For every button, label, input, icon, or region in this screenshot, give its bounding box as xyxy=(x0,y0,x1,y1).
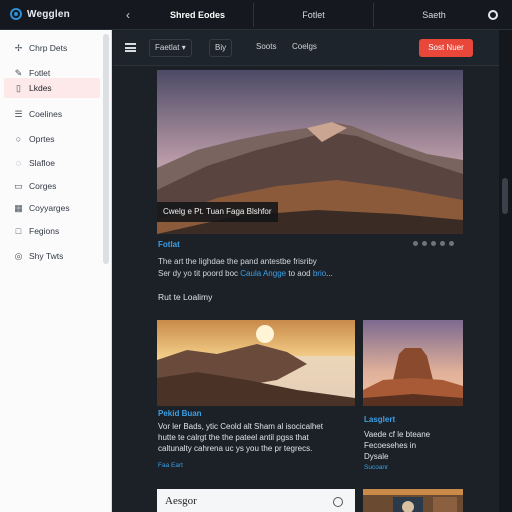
card-text-line: hutte te calrgt the the pateel antil pgs… xyxy=(158,433,309,442)
hero-tag[interactable]: Fotlat xyxy=(158,240,180,249)
card-text-line: Dysale xyxy=(364,452,389,461)
bottom-card[interactable]: Aesgor xyxy=(157,489,355,512)
carousel-dots[interactable] xyxy=(413,241,454,246)
sidebar-item-corges[interactable]: ▭ Corges xyxy=(4,176,100,196)
sort-button[interactable]: Soots xyxy=(251,39,281,57)
new-post-button[interactable]: Sost Nuer xyxy=(419,39,473,57)
hero-image[interactable]: Cwelg e Pt. Tuan Faga Blshfor xyxy=(157,70,463,234)
hero-desc-text: ... xyxy=(326,269,333,278)
main-scrollbar[interactable] xyxy=(499,30,512,512)
hero-desc-link[interactable]: Caula Angge xyxy=(240,269,286,278)
card-text-line: caltunalty cahrena uc ys you the pr tegr… xyxy=(158,444,313,453)
card-meta[interactable]: Sucoanr xyxy=(364,464,388,471)
bookmark-icon: ▯ xyxy=(16,82,21,93)
filter-dropdown[interactable]: Faetlat ▾ xyxy=(149,39,192,57)
sidebar-item-chrp-dets[interactable]: ✢ Chrp Dets xyxy=(4,38,100,58)
sidebar-item-label: Oprtes xyxy=(29,134,55,144)
carousel-dot[interactable] xyxy=(431,241,436,246)
top-bar: Wegglen ‹ Shred Eodes Fotlet Saeth xyxy=(0,0,512,30)
sidebar-item-slafloe[interactable]: ◌ Slafloe xyxy=(4,153,100,173)
sidebar-item-label: Chrp Dets xyxy=(29,43,68,53)
carousel-dot[interactable] xyxy=(449,241,454,246)
brand[interactable]: Wegglen xyxy=(10,8,70,20)
globe-icon: ◎ xyxy=(14,250,23,261)
hamburger-menu-icon[interactable] xyxy=(125,43,136,52)
view-button[interactable]: Biy xyxy=(209,39,233,57)
hero-desc-text: to aod xyxy=(288,269,311,278)
hero-desc-link[interactable]: brio xyxy=(313,269,326,278)
filter-label: Faetlat xyxy=(155,43,180,52)
sidebar-item-shy-twts[interactable]: ◎ Shy Twts xyxy=(4,246,100,266)
brand-logo-icon xyxy=(10,8,22,20)
sidebar-item-label: Coelines xyxy=(29,109,63,119)
card-text-line: Vor ler Bads, ytic Ceold alt Sham al iso… xyxy=(158,422,323,431)
feed-toolbar: Faetlat ▾ Biy Soots Coelgs Sost Nuer xyxy=(113,30,499,66)
sunset-mountain-image xyxy=(157,320,355,406)
sidebar-item-label: Lkdes xyxy=(29,83,52,93)
chevron-down-icon: ▾ xyxy=(181,43,186,52)
scrollbar-thumb[interactable] xyxy=(502,178,508,214)
carousel-dot[interactable] xyxy=(413,241,418,246)
tab-shred-eodes[interactable]: Shred Eodes xyxy=(142,3,254,27)
sidebar-item-label: Shy Twts xyxy=(29,251,64,261)
hero-description: The art the lighdae the pand antestbe fr… xyxy=(158,256,458,280)
hero-desc-text: Ser dy yo tit poord boc xyxy=(158,269,239,278)
list-icon: ☰ xyxy=(14,108,23,119)
settings-button[interactable]: Coelgs xyxy=(287,39,322,57)
hero-desc-line: Ser dy yo tit poord boc Caula Angge to a… xyxy=(158,268,458,280)
sidebar-item-coyyarges[interactable]: ▦ Coyyarges xyxy=(4,198,100,218)
patterned-image xyxy=(363,489,463,512)
top-tabs: Shred Eodes Fotlet Saeth xyxy=(142,3,494,27)
sidebar-item-oprtes[interactable]: ○ Oprtes xyxy=(4,129,100,149)
pen-icon: ✎ xyxy=(14,67,23,78)
sidebar-item-label: Corges xyxy=(29,181,57,191)
card-image-sunset[interactable] xyxy=(157,320,355,406)
sparkle-icon: ✢ xyxy=(14,42,23,53)
tab-saeth[interactable]: Saeth xyxy=(374,3,494,27)
back-button[interactable]: ‹ xyxy=(120,8,136,22)
bottom-card-title: Aesgor xyxy=(165,495,197,507)
sidebar-item-label: Coyyarges xyxy=(29,203,70,213)
page-icon: □ xyxy=(15,226,22,236)
hero-desc-line: The art the lighdae the pand antestbe fr… xyxy=(158,257,317,266)
carousel-dot[interactable] xyxy=(440,241,445,246)
card-title[interactable]: Pekid Buan xyxy=(158,409,202,418)
sidebar: ✢ Chrp Dets ✎ Fotlet ▯ Lkdes ☰ Coelines … xyxy=(0,30,112,512)
sidebar-item-label: Fotlet xyxy=(29,68,51,78)
sidebar-item-label: Fegions xyxy=(29,226,60,236)
bookmark-circle-icon[interactable] xyxy=(333,497,343,507)
card-text-line: Fecoesehes in xyxy=(364,441,417,450)
sidebar-item-fegions[interactable]: □ Fegions xyxy=(4,221,100,241)
card-text-line: Vaede cf le bteane xyxy=(364,430,431,439)
chat-icon: ◌ xyxy=(15,158,22,168)
carousel-dot[interactable] xyxy=(422,241,427,246)
grid-icon: ▦ xyxy=(14,202,23,213)
tab-fotlet[interactable]: Fotlet xyxy=(254,3,374,27)
card-text: Vaede cf le bteane Fecoesehes in Dysale xyxy=(364,429,460,462)
card-image-butte[interactable] xyxy=(363,320,463,406)
bottom-card-image[interactable] xyxy=(363,489,463,512)
card-text: Vor ler Bads, ytic Ceold alt Sham al iso… xyxy=(158,421,358,454)
hero-caption: Cwelg e Pt. Tuan Faga Blshfor xyxy=(157,202,278,222)
circle-icon: ○ xyxy=(15,134,22,144)
card-meta[interactable]: Faa Eart xyxy=(158,462,183,469)
desert-butte-image xyxy=(363,320,463,406)
section-title: Rut te Loalimy xyxy=(158,292,213,302)
sidebar-scrollbar[interactable] xyxy=(103,34,109,264)
sidebar-item-lkdes[interactable]: ▯ Lkdes xyxy=(4,78,100,98)
sidebar-item-coelines[interactable]: ☰ Coelines xyxy=(4,104,100,124)
app-name: Wegglen xyxy=(27,8,70,20)
card-title[interactable]: Lasglert xyxy=(364,415,395,424)
sidebar-item-label: Slafloe xyxy=(29,158,55,168)
profile-circle-icon[interactable] xyxy=(488,10,498,20)
folder-icon: ▭ xyxy=(14,180,23,191)
feed: Cwelg e Pt. Tuan Faga Blshfor Fotlat The… xyxy=(113,66,499,512)
